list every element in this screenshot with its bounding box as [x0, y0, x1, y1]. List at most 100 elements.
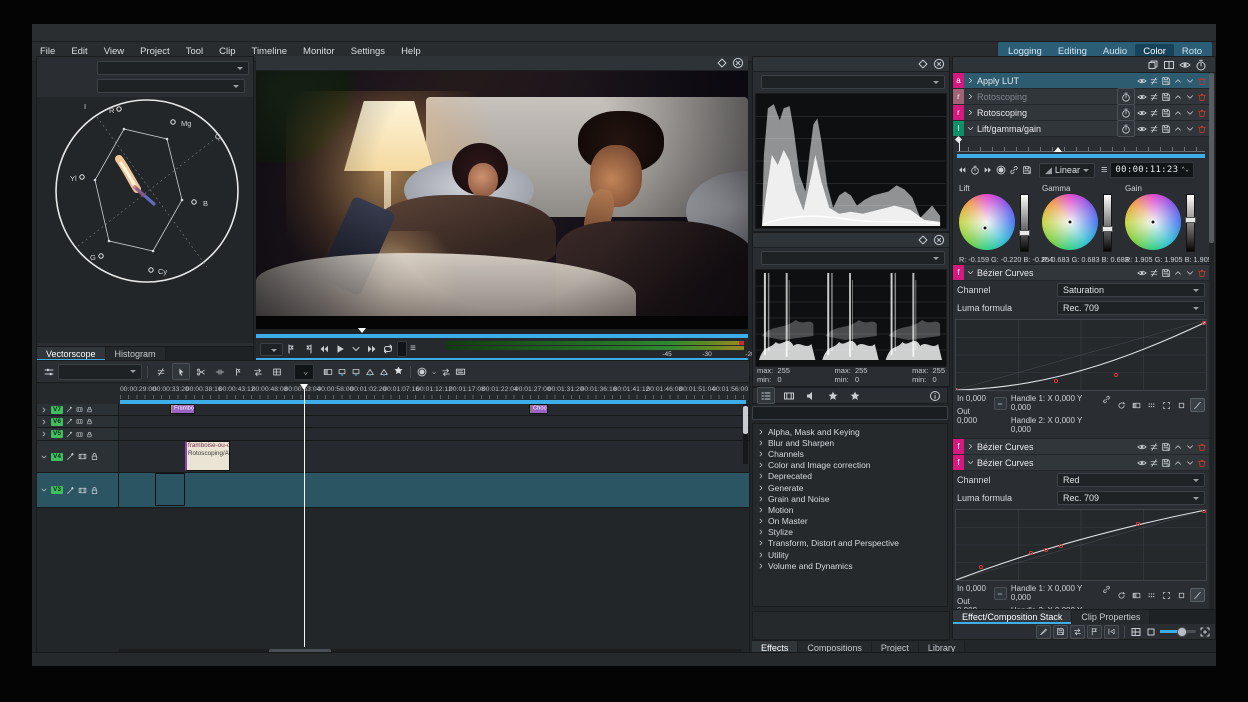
link-handles-icon[interactable]	[1102, 585, 1111, 594]
move-down-icon[interactable]	[1185, 268, 1195, 278]
play-icon[interactable]	[334, 343, 346, 355]
down-icon[interactable]	[350, 343, 362, 355]
enable-effect-icon[interactable]	[1137, 268, 1147, 278]
track-lock-icon[interactable]	[86, 406, 93, 413]
timeline-vscrollbar[interactable]	[743, 404, 748, 464]
track-video-icon[interactable]	[76, 418, 83, 425]
edit-mode-select[interactable]	[58, 364, 142, 380]
clip-scene-7[interactable]	[155, 473, 185, 506]
record-icon[interactable]	[417, 367, 427, 377]
star-icon[interactable]	[847, 388, 863, 403]
remove-point-button[interactable]	[994, 397, 1007, 410]
track-lane-v5[interactable]	[119, 428, 749, 440]
move-up-icon[interactable]	[1173, 458, 1183, 468]
grid-icon[interactable]	[1145, 399, 1158, 411]
effect-row-lift-gamma-gain[interactable]: lLift/gamma/gain	[953, 121, 1209, 137]
channel-select[interactable]: Red	[1057, 473, 1205, 487]
timeline-settings-icon[interactable]	[43, 366, 55, 378]
category-alpha-mask-and-keying[interactable]: Alpha, Mask and Keying	[753, 426, 947, 437]
move-down-icon[interactable]	[1185, 442, 1195, 452]
keyframe-timer-button[interactable]	[1117, 88, 1135, 105]
monitor-menu-icon[interactable]: ≡	[410, 343, 422, 355]
track-lock-icon[interactable]	[86, 431, 93, 438]
float-icon[interactable]	[917, 234, 929, 246]
spacer-tool[interactable]	[212, 364, 228, 379]
list-icon[interactable]	[757, 387, 775, 404]
timeline-playhead[interactable]	[304, 384, 305, 647]
effect-row-apply-lut[interactable]: aApply LUT	[953, 73, 1209, 89]
gamma-level-slider[interactable]	[1103, 194, 1112, 252]
curve-mode-icon[interactable]	[1190, 588, 1205, 602]
delete-effect-icon[interactable]	[1197, 442, 1207, 452]
track-video-icon[interactable]	[76, 431, 83, 438]
effect-row-rotoscoping[interactable]: rRotoscoping	[953, 105, 1209, 121]
reset-curve-icon[interactable]	[1115, 399, 1128, 411]
luma-formula-select[interactable]: Rec. 709	[1057, 491, 1205, 505]
move-up-icon[interactable]	[1173, 92, 1183, 102]
waveform-paint-mode-select[interactable]	[761, 75, 945, 89]
clip-frambois[interactable]: Frambois	[170, 404, 195, 414]
category-channels[interactable]: Channels	[753, 448, 947, 459]
track-lane-v4[interactable]: framboise-ou-choRotoscoping/App	[119, 441, 749, 472]
curve-editor[interactable]	[955, 319, 1207, 391]
record-dropdown-icon[interactable]: ⌄	[431, 367, 438, 376]
move-down-icon[interactable]	[1185, 458, 1195, 468]
save-button[interactable]	[1053, 625, 1068, 639]
monitor-timecode[interactable]	[397, 341, 407, 357]
track-tools-icon[interactable]	[153, 364, 169, 379]
grid-icon[interactable]	[1145, 589, 1158, 601]
enable-effect-icon[interactable]	[1137, 76, 1147, 86]
category-on-master[interactable]: On Master	[753, 516, 947, 527]
lgg-menu-icon[interactable]: ≡	[1101, 164, 1107, 176]
adjust-icon[interactable]	[441, 367, 451, 377]
track-lane-v3[interactable]	[119, 473, 749, 507]
compare-effect-icon[interactable]	[1149, 458, 1159, 468]
chevron-down-icon[interactable]	[966, 268, 975, 277]
shortcuts-icon[interactable]	[455, 366, 466, 377]
move-up-icon[interactable]	[1173, 76, 1183, 86]
kf-add-icon[interactable]	[970, 165, 980, 175]
delete-effect-icon[interactable]	[1197, 92, 1207, 102]
track-head-v5[interactable]: V5	[37, 428, 119, 440]
save-preset-icon[interactable]	[1161, 108, 1171, 118]
link-handles-icon[interactable]	[1102, 395, 1111, 404]
mix-clips-icon[interactable]	[323, 367, 333, 377]
compare-effect-icon[interactable]	[1149, 442, 1159, 452]
close-icon[interactable]	[933, 58, 945, 70]
show-background-icon[interactable]	[1130, 589, 1143, 601]
track-video-icon[interactable]	[78, 452, 87, 461]
lift-zone-icon[interactable]	[379, 367, 389, 377]
move-up-icon[interactable]	[1173, 442, 1183, 452]
category-volume-and-dynamics[interactable]: Volume and Dynamics	[753, 560, 947, 571]
zone-mode-icon[interactable]	[1130, 626, 1142, 638]
float-icon[interactable]	[716, 57, 728, 69]
chevron-right-icon[interactable]	[40, 406, 48, 414]
category-utility[interactable]: Utility	[753, 549, 947, 560]
compare-effect-icon[interactable]	[1149, 268, 1159, 278]
track-effects-icon[interactable]	[66, 486, 75, 495]
eye-icon[interactable]	[1179, 59, 1191, 71]
save-preset-icon[interactable]	[1161, 268, 1171, 278]
enable-effect-icon[interactable]	[1137, 108, 1147, 118]
tab-effect-composition-stack[interactable]: Effect/Composition Stack	[953, 610, 1072, 624]
lgg-timecode[interactable]: 00:00:11:23⌃⌄	[1110, 162, 1194, 178]
keyframe-timer-button[interactable]	[1117, 120, 1135, 137]
move-up-icon[interactable]	[1173, 124, 1183, 134]
chevron-right-icon[interactable]	[966, 76, 975, 85]
timeline-zoom-slider[interactable]	[1160, 630, 1196, 633]
effect-row-rotoscoping[interactable]: rRotoscoping	[953, 89, 1209, 105]
category-motion[interactable]: Motion	[753, 504, 947, 515]
chevron-down-icon[interactable]	[966, 458, 975, 467]
track-head-v6[interactable]: V6	[37, 416, 119, 427]
enable-effect-icon[interactable]	[1137, 458, 1147, 468]
track-video-icon[interactable]	[76, 406, 83, 413]
track-effects-icon[interactable]	[66, 406, 73, 413]
reset-curve-icon[interactable]	[1115, 589, 1128, 601]
zone-out-icon[interactable]	[302, 343, 314, 355]
monitor-seekbar[interactable]	[256, 329, 748, 338]
category-grain-and-noise[interactable]: Grain and Noise	[753, 493, 947, 504]
track-head-v4[interactable]: V4	[37, 441, 119, 472]
lift-color-wheel[interactable]	[959, 194, 1015, 250]
category-color-and-image-correction[interactable]: Color and Image correction	[753, 460, 947, 471]
track-lane-v7[interactable]: FramboisChocolat	[119, 404, 749, 415]
